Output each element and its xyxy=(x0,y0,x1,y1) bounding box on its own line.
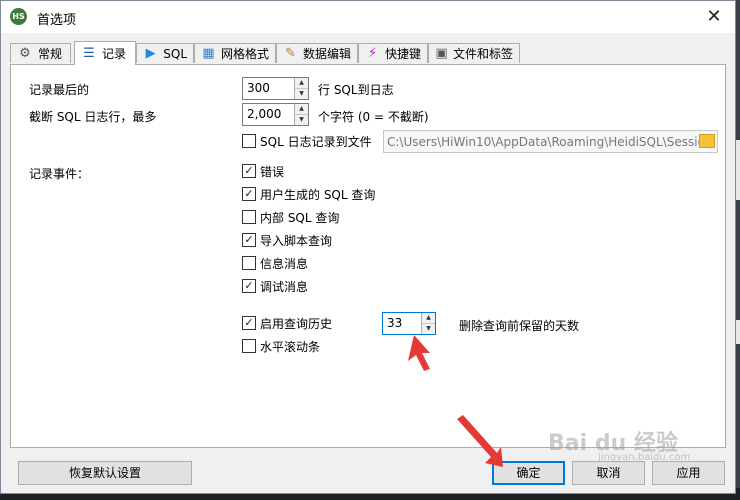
event-import-script-checkbox[interactable]: 导入脚本查询 xyxy=(242,232,332,248)
event-info-checkbox[interactable]: 信息消息 xyxy=(242,255,308,271)
tab-label: 常规 xyxy=(38,47,63,61)
truncate-value[interactable]: 2,000 xyxy=(247,107,281,121)
spin-down-icon[interactable]: ▼ xyxy=(295,115,308,125)
apply-button[interactable]: 应用 xyxy=(652,461,725,485)
spin-down-icon[interactable]: ▼ xyxy=(422,324,435,334)
event-label: 信息消息 xyxy=(260,256,309,271)
truncate-suffix: 个字符 (0 = 不截断) xyxy=(318,110,429,124)
history-days-value[interactable]: 33 xyxy=(387,316,402,330)
tab-label: 网格格式 xyxy=(220,47,269,61)
checkbox-box[interactable] xyxy=(242,210,256,224)
spin-down-icon[interactable]: ▼ xyxy=(295,89,308,99)
spin-up-icon[interactable]: ▲ xyxy=(422,313,435,324)
gear-icon: ⚙ xyxy=(19,45,31,61)
tab-files-and-tabs[interactable]: ▣ 文件和标签 xyxy=(428,43,520,63)
tab-sql[interactable]: ▶ SQL xyxy=(136,43,194,63)
event-user-sql-checkbox[interactable]: 用户生成的 SQL 查询 xyxy=(242,186,375,202)
enable-history-label: 启用查询历史 xyxy=(260,316,333,331)
event-debug-checkbox[interactable]: 调试消息 xyxy=(242,278,308,294)
hscroll-checkbox[interactable]: 水平滚动条 xyxy=(242,338,320,354)
checkbox-box[interactable] xyxy=(242,164,256,178)
checkbox-box[interactable] xyxy=(242,316,256,330)
log-last-label: 记录最后的 xyxy=(29,83,90,97)
baidu-watermark-url: jingyan.baidu.com xyxy=(598,452,691,463)
tab-label: 数据编辑 xyxy=(302,47,351,61)
tab-label: SQL xyxy=(163,46,187,61)
checkbox-box[interactable] xyxy=(242,134,256,148)
checkbox-box[interactable] xyxy=(242,187,256,201)
window-title: 首选项 xyxy=(37,13,77,28)
grid-icon: ▦ xyxy=(202,45,215,61)
heidisql-app-icon: HS xyxy=(10,8,27,25)
logging-panel: 记录最后的 300 ▲ ▼ 行 SQL到日志 截断 SQL 日志行，最多 2,0… xyxy=(10,64,726,448)
truncate-spinner[interactable]: 2,000 ▲ ▼ xyxy=(242,103,309,126)
list-icon: ☰ xyxy=(83,45,95,61)
tab-label: 文件和标签 xyxy=(452,47,513,61)
close-icon[interactable]: ✕ xyxy=(701,4,727,30)
history-days-suffix: 删除查询前保留的天数 xyxy=(459,319,580,333)
checkbox-box[interactable] xyxy=(242,279,256,293)
file-icon: ▣ xyxy=(435,45,448,61)
hscroll-label: 水平滚动条 xyxy=(260,339,321,354)
log-to-file-checkbox[interactable]: SQL 日志记录到文件 xyxy=(242,133,372,149)
history-days-spinner[interactable]: 33 ▲ ▼ xyxy=(382,312,436,335)
event-label: 错误 xyxy=(260,164,285,179)
checkbox-box[interactable] xyxy=(242,339,256,353)
folder-icon[interactable] xyxy=(699,134,715,148)
enable-history-checkbox[interactable]: 启用查询历史 xyxy=(242,315,332,331)
log-lines-value[interactable]: 300 xyxy=(247,81,270,95)
event-label: 内部 SQL 查询 xyxy=(260,210,340,225)
events-label: 记录事件： xyxy=(29,167,90,181)
ok-button[interactable]: 确定 xyxy=(492,461,565,485)
tab-shortcuts[interactable]: ⚡ 快捷键 xyxy=(358,43,428,63)
tab-grid-format[interactable]: ▦ 网格格式 xyxy=(194,43,276,63)
event-label: 调试消息 xyxy=(260,279,309,294)
tab-logging[interactable]: ☰ 记录 xyxy=(74,41,136,65)
log-file-path-input[interactable]: C:\Users\HiWin10\AppData\Roaming\HeidiSQ… xyxy=(383,130,718,153)
log-lines-spinner[interactable]: 300 ▲ ▼ xyxy=(242,77,309,100)
tab-label: 快捷键 xyxy=(384,47,421,61)
event-label: 导入脚本查询 xyxy=(260,233,333,248)
title-bar: HS 首选项 ✕ xyxy=(1,1,735,33)
tab-label: 记录 xyxy=(102,47,127,61)
event-errors-checkbox[interactable]: 错误 xyxy=(242,163,284,179)
event-internal-sql-checkbox[interactable]: 内部 SQL 查询 xyxy=(242,209,339,225)
preferences-dialog: HS 首选项 ✕ ⚙ 常规 ☰ 记录 ▶ SQL ▦ 网格格式 ✎ 数据编辑 ⚡… xyxy=(0,0,736,494)
log-to-file-label: SQL 日志记录到文件 xyxy=(260,134,372,149)
cancel-button[interactable]: 取消 xyxy=(572,461,645,485)
restore-defaults-button[interactable]: 恢复默认设置 xyxy=(18,461,192,485)
checkbox-box[interactable] xyxy=(242,256,256,270)
lightning-icon: ⚡ xyxy=(367,45,378,61)
play-icon: ▶ xyxy=(145,45,156,61)
edit-icon: ✎ xyxy=(285,45,296,61)
truncate-label: 截断 SQL 日志行，最多 xyxy=(29,110,157,124)
event-label: 用户生成的 SQL 查询 xyxy=(260,187,376,202)
checkbox-box[interactable] xyxy=(242,233,256,247)
tab-data-editing[interactable]: ✎ 数据编辑 xyxy=(276,43,358,63)
tab-general[interactable]: ⚙ 常规 xyxy=(10,43,71,63)
log-lines-suffix: 行 SQL到日志 xyxy=(318,83,394,97)
spin-up-icon[interactable]: ▲ xyxy=(295,104,308,115)
spin-up-icon[interactable]: ▲ xyxy=(295,78,308,89)
log-file-path-value: C:\Users\HiWin10\AppData\Roaming\HeidiSQ… xyxy=(387,135,705,149)
